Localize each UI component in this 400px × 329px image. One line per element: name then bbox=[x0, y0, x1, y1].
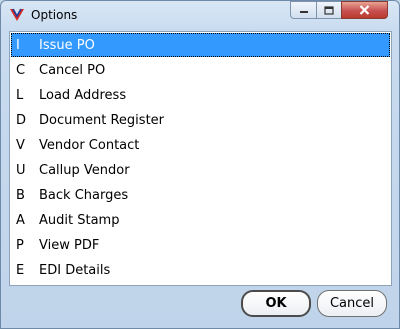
list-item[interactable]: E EDI Details bbox=[11, 258, 390, 282]
window-title: Options bbox=[31, 8, 78, 22]
item-label: Cancel PO bbox=[39, 63, 106, 78]
list-item[interactable]: L Load Address bbox=[11, 83, 390, 107]
item-shortcut-key: A bbox=[16, 213, 25, 228]
item-label: Vendor Contact bbox=[39, 138, 140, 153]
app-logo-icon bbox=[9, 7, 25, 23]
minimize-button[interactable] bbox=[290, 1, 317, 19]
options-list[interactable]: I Issue PO C Cancel PO L Load Address D … bbox=[9, 31, 392, 286]
item-label: Audit Stamp bbox=[39, 213, 120, 228]
maximize-icon bbox=[324, 5, 334, 15]
list-item[interactable]: C Cancel PO bbox=[11, 58, 390, 82]
item-label: View PDF bbox=[39, 238, 100, 253]
list-item[interactable]: I Issue PO bbox=[11, 33, 390, 57]
list-item[interactable]: B Back Charges bbox=[11, 183, 390, 207]
item-label: Issue PO bbox=[39, 38, 95, 53]
cancel-button[interactable]: Cancel bbox=[317, 290, 387, 317]
item-shortcut-key: P bbox=[16, 238, 24, 253]
list-item[interactable]: V Vendor Contact bbox=[11, 133, 390, 157]
maximize-button[interactable] bbox=[316, 1, 342, 19]
title-bar[interactable]: Options bbox=[1, 1, 399, 29]
item-label: Document Register bbox=[39, 113, 165, 128]
minimize-icon bbox=[299, 11, 308, 13]
item-shortcut-key: D bbox=[16, 113, 27, 128]
list-item[interactable]: D Document Register bbox=[11, 108, 390, 132]
item-shortcut-key: I bbox=[16, 38, 20, 53]
item-label: Back Charges bbox=[39, 188, 129, 203]
item-shortcut-key: B bbox=[16, 188, 25, 203]
item-shortcut-key: U bbox=[16, 163, 26, 178]
close-icon bbox=[359, 5, 370, 15]
list-item[interactable]: P View PDF bbox=[11, 233, 390, 257]
options-dialog: Options I Issue PO C Cancel PO L Load Ad… bbox=[0, 0, 400, 329]
list-item[interactable]: A Audit Stamp bbox=[11, 208, 390, 232]
close-button[interactable] bbox=[341, 1, 388, 19]
item-shortcut-key: E bbox=[16, 263, 25, 278]
item-label: Callup Vendor bbox=[39, 163, 130, 178]
item-label: Load Address bbox=[39, 88, 127, 103]
item-shortcut-key: C bbox=[16, 63, 26, 78]
item-shortcut-key: V bbox=[16, 138, 25, 153]
item-shortcut-key: L bbox=[16, 88, 24, 103]
list-item[interactable]: U Callup Vendor bbox=[11, 158, 390, 182]
ok-button[interactable]: OK bbox=[241, 290, 311, 317]
item-label: EDI Details bbox=[39, 263, 111, 278]
